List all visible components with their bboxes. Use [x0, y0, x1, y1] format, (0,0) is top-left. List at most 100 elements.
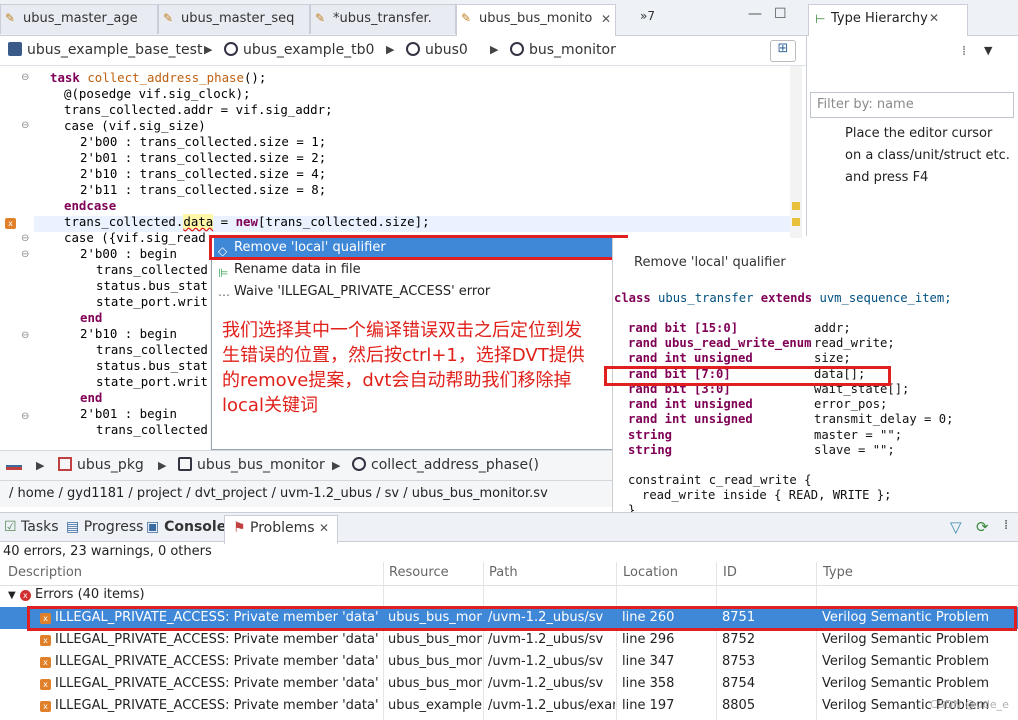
- code-line: status.bus_stat: [96, 278, 208, 293]
- rename-icon: ⊫: [218, 266, 229, 280]
- warning-overview-marker[interactable]: [792, 202, 800, 210]
- code-line: trans_collected: [96, 342, 208, 357]
- filter-input[interactable]: Filter by: name: [810, 92, 1014, 118]
- code-line: trans_collected: [96, 422, 208, 437]
- quick-fix-rename[interactable]: ⊫ Rename data in file: [214, 260, 622, 280]
- problems-icon: ⚑: [233, 520, 246, 536]
- outline-item-package[interactable]: ubus_pkg: [58, 457, 144, 473]
- annotation-text: 我们选择其中一个编译错误双击之后定位到发生错误的位置，然后按ctrl+1，选择D…: [222, 320, 585, 416]
- minimize-icon[interactable]: —: [748, 6, 762, 22]
- component-icon: [510, 42, 524, 56]
- tab-ubus-master-seq[interactable]: ✎ ubus_master_seq: [158, 4, 310, 34]
- component-icon: [406, 42, 420, 56]
- column-resource[interactable]: Resource: [389, 565, 449, 580]
- code-line: endcase: [64, 198, 117, 213]
- type-hierarchy-icon: ⊢: [815, 12, 826, 26]
- breadcrumb-item-tb0[interactable]: ubus_example_tb0: [224, 42, 374, 58]
- code-line: trans_collected.addr = vif.sig_addr;: [64, 102, 333, 117]
- filter-icon[interactable]: ▽: [950, 518, 962, 536]
- close-icon[interactable]: ✕: [319, 521, 329, 535]
- collapse-icon[interactable]: ▼: [8, 590, 16, 601]
- code-line: 2'b01 : trans_collected.size = 2;: [80, 150, 327, 165]
- preview-field-decl: rand bit [15:0]: [628, 321, 739, 335]
- breadcrumb-item-base-test[interactable]: ubus_example_base_test: [8, 42, 202, 58]
- outline-item-class[interactable]: ubus_bus_monitor: [178, 457, 325, 473]
- tab-ubus-transfer[interactable]: ✎ *ubus_transfer.: [310, 4, 456, 34]
- chevron-right-icon: ▶: [158, 459, 167, 472]
- table-row[interactable]: x ILLEGAL_PRIVATE_ACCESS: Private member …: [0, 651, 1018, 673]
- preview-field-decl: rand int unsigned: [628, 412, 753, 426]
- maximize-icon[interactable]: ☐: [774, 6, 787, 22]
- warning-overview-marker[interactable]: [792, 218, 800, 226]
- tab-progress[interactable]: ▤ Progress: [66, 519, 143, 535]
- column-type[interactable]: Type: [823, 565, 853, 580]
- tab-tasks[interactable]: ☑ Tasks: [4, 519, 59, 535]
- code-line: 2'b10 : begin: [80, 326, 177, 341]
- preview-field-name: addr;: [814, 321, 851, 335]
- table-row[interactable]: x ILLEGAL_PRIVATE_ACCESS: Private member …: [0, 629, 1018, 651]
- breadcrumb-item-bus-monitor[interactable]: bus_monitor: [510, 42, 616, 58]
- close-icon[interactable]: ✕: [601, 5, 611, 33]
- fold-icon[interactable]: ⊖: [21, 121, 31, 131]
- column-path[interactable]: Path: [489, 565, 518, 580]
- table-row[interactable]: x ILLEGAL_PRIVATE_ACCESS: Private member …: [0, 695, 1018, 717]
- error-token[interactable]: data: [183, 214, 214, 229]
- code-line: 2'b00 : begin: [80, 246, 177, 261]
- code-line: end: [80, 390, 103, 405]
- task-icon: [352, 457, 366, 471]
- error-code-line[interactable]: trans_collected.data = new[trans_collect…: [64, 214, 430, 230]
- bottom-view-tab-bar: ☑ Tasks ▤ Progress ▣ Console ⚑ Problems …: [0, 512, 1018, 544]
- refresh-icon[interactable]: ⟳: [976, 518, 989, 536]
- tab-console[interactable]: ▣ Console: [146, 519, 226, 535]
- view-menu-icon[interactable]: ⁞: [1004, 518, 1008, 533]
- close-icon[interactable]: ✕: [929, 11, 939, 25]
- view-menu-icon[interactable]: ⁞: [962, 44, 966, 59]
- tab-ubus-master-agent[interactable]: ✎ ubus_master_age: [0, 4, 158, 34]
- column-location[interactable]: Location: [623, 565, 678, 580]
- sv-file-icon: ✎: [5, 11, 16, 25]
- fold-icon[interactable]: ⊖: [21, 412, 31, 422]
- outline-item-task[interactable]: collect_address_phase(): [352, 457, 539, 473]
- chevron-right-icon: ▶: [490, 43, 499, 56]
- tab-ubus-bus-monitor[interactable]: ✎ ubus_bus_monito ✕: [456, 4, 616, 37]
- breadcrumb-item-ubus0[interactable]: ubus0: [406, 42, 468, 58]
- preview-field-decl: string: [628, 443, 673, 457]
- chevron-right-icon: ▶: [386, 43, 395, 56]
- preview-field-name: read_write;: [814, 336, 895, 350]
- fold-icon[interactable]: ⊖: [21, 331, 31, 341]
- tab-problems[interactable]: ⚑ Problems ✕: [224, 515, 339, 544]
- column-description[interactable]: Description: [8, 565, 82, 580]
- project-icon: [6, 458, 22, 470]
- error-group[interactable]: ▼ x Errors (40 items): [8, 587, 145, 602]
- sv-file-icon: ✎: [163, 11, 174, 25]
- error-icon: x: [40, 679, 51, 690]
- chevron-down-icon[interactable]: ▼: [984, 44, 992, 57]
- preview-field-decl: rand ubus_read_write_enum: [628, 336, 812, 350]
- tab-type-hierarchy[interactable]: ⊢ Type Hierarchy ✕: [808, 4, 968, 36]
- tab-overflow-indicator[interactable]: »7: [640, 9, 655, 23]
- hierarchy-toggle-icon[interactable]: ⊞: [770, 40, 796, 62]
- table-row[interactable]: x ILLEGAL_PRIVATE_ACCESS: Private member …: [0, 673, 1018, 695]
- chevron-right-icon: ▶: [332, 459, 341, 472]
- fold-icon[interactable]: ⊖: [21, 234, 31, 244]
- file-path-bar: / home / gyd1181 / project / dvt_project…: [0, 480, 612, 507]
- highlight-box-selected-error: [27, 606, 1017, 631]
- highlight-box-data-field: [604, 366, 891, 386]
- chevron-right-icon: ▶: [36, 459, 45, 472]
- quick-fix-waive[interactable]: ⋯ Waive 'ILLEGAL_PRIVATE_ACCESS' error: [214, 282, 622, 302]
- problems-summary: 40 errors, 23 warnings, 0 others: [3, 544, 212, 559]
- error-icon: x: [19, 590, 31, 601]
- fold-icon[interactable]: ⊖: [21, 73, 31, 83]
- preview-constraint-body: read_write inside { READ, WRITE };: [642, 488, 892, 502]
- chevron-right-icon: ▶: [204, 43, 213, 56]
- error-marker-icon[interactable]: x: [5, 218, 16, 229]
- preview-field-decl: rand int unsigned: [628, 351, 753, 365]
- package-icon: [58, 457, 72, 471]
- sv-file-icon: ✎: [315, 11, 326, 25]
- error-icon: x: [40, 701, 51, 712]
- problems-table-header: Description Resource Path Location ID Ty…: [0, 562, 1018, 586]
- column-id[interactable]: ID: [723, 565, 737, 580]
- code-line: case ({vif.sig_read: [64, 230, 206, 245]
- code-line: 2'b10 : trans_collected.size = 4;: [80, 166, 327, 181]
- fold-icon[interactable]: ⊖: [21, 250, 31, 260]
